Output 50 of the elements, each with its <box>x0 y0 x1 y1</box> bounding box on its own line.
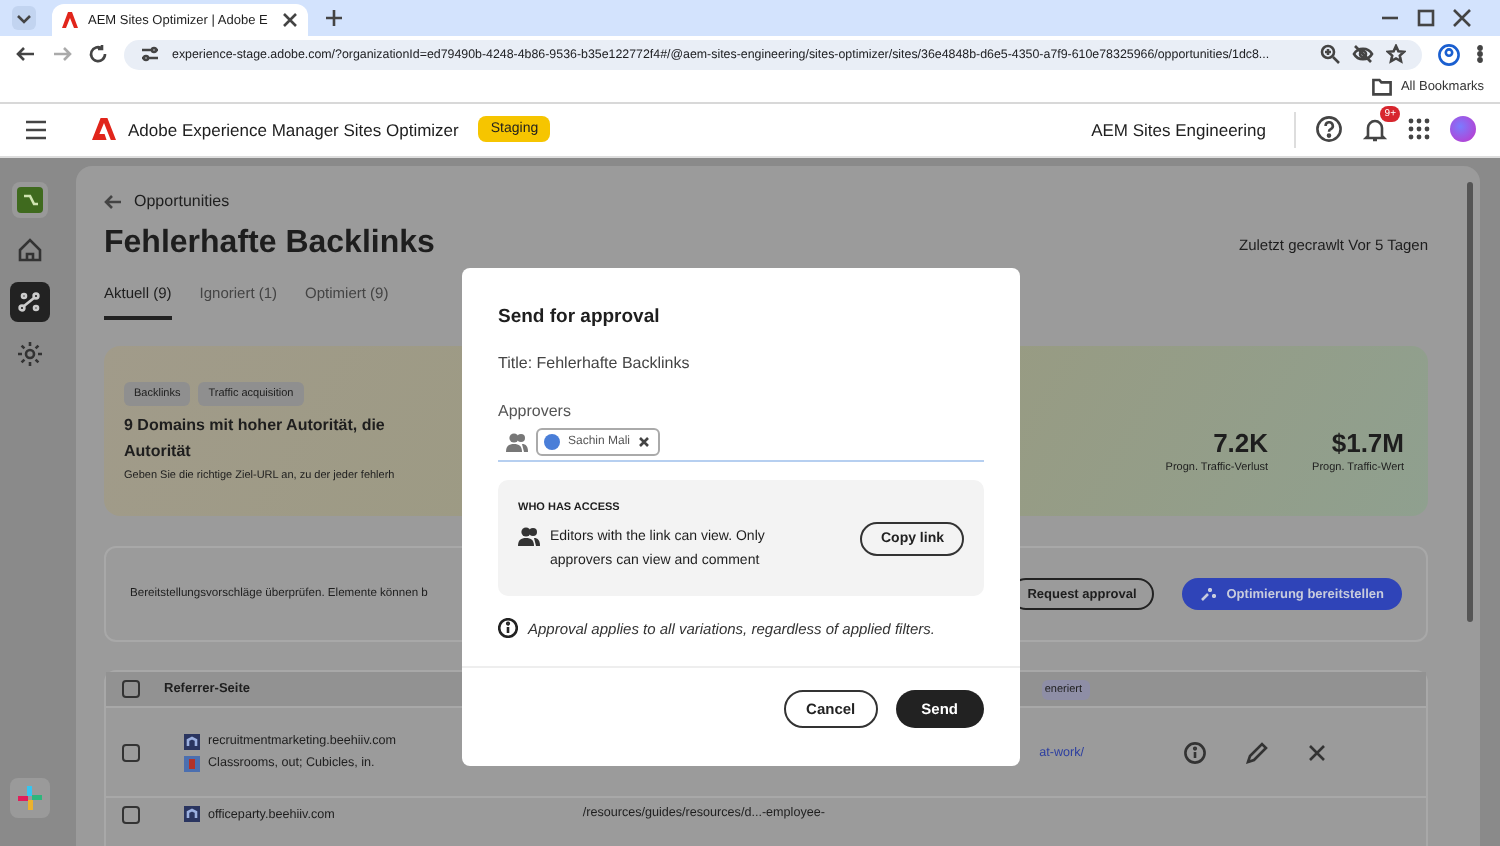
favicon-icon <box>184 733 200 750</box>
card-heading: 9 Domains mit hoher Autorität, die <box>124 413 387 438</box>
bell-icon[interactable] <box>1362 116 1388 143</box>
page-title: Fehlerhafte Backlinks <box>104 226 435 263</box>
card-heading: Autorität <box>124 439 193 464</box>
reload-icon[interactable] <box>88 44 108 65</box>
zoom-icon[interactable] <box>1320 44 1340 65</box>
menu-icon[interactable] <box>1476 44 1484 65</box>
select-all-checkbox[interactable] <box>122 680 140 699</box>
product-name: Adobe Experience Manager Sites Optimizer <box>128 119 459 140</box>
menu-icon[interactable] <box>24 119 48 140</box>
pencil-icon[interactable] <box>1246 741 1268 764</box>
favicon-icon <box>184 806 200 823</box>
field-label: Approvers <box>498 402 573 421</box>
close-icon[interactable] <box>282 12 298 29</box>
avatar-icon <box>544 434 560 451</box>
profile-icon[interactable] <box>1438 43 1460 66</box>
back-icon[interactable] <box>16 44 36 65</box>
metric-value: $1.7M <box>1331 428 1404 459</box>
back-link[interactable]: Opportunities <box>104 190 1428 213</box>
help-icon[interactable] <box>1316 116 1342 143</box>
organization-name[interactable]: AEM Sites Engineering <box>1091 119 1266 140</box>
people-icon <box>506 432 528 453</box>
info-icon <box>498 618 518 639</box>
apps-grid-icon[interactable] <box>1408 118 1430 141</box>
folder-icon <box>1372 78 1393 96</box>
app-logo-icon[interactable] <box>12 182 48 219</box>
maximize-icon[interactable] <box>1416 8 1436 29</box>
info-icon[interactable] <box>1184 741 1206 764</box>
adobe-logo-icon <box>62 12 78 29</box>
user-avatar[interactable] <box>1450 116 1476 143</box>
dialog-title: Send for approval <box>498 306 662 329</box>
adobe-logo-icon <box>92 118 116 141</box>
people-icon <box>518 526 540 547</box>
eye-off-icon[interactable] <box>1352 44 1374 65</box>
dialog-subtitle: Title: Fehlerhafte Backlinks <box>498 354 692 373</box>
metric-value: 7.2K <box>1213 428 1269 459</box>
new-tab-icon[interactable] <box>324 8 344 29</box>
close-icon[interactable] <box>1452 8 1472 29</box>
nodes-icon[interactable] <box>10 282 50 323</box>
sparkle-icon <box>1200 586 1219 603</box>
site-settings-icon[interactable] <box>140 44 160 65</box>
remove-icon[interactable] <box>638 436 651 449</box>
row-checkbox[interactable] <box>122 743 140 762</box>
star-icon[interactable] <box>1386 44 1406 65</box>
row-checkbox[interactable] <box>122 806 140 825</box>
close-icon[interactable] <box>1308 743 1326 762</box>
back-arrow-icon <box>104 193 122 210</box>
dropdown-icon[interactable] <box>12 6 36 31</box>
document-icon <box>184 755 200 772</box>
